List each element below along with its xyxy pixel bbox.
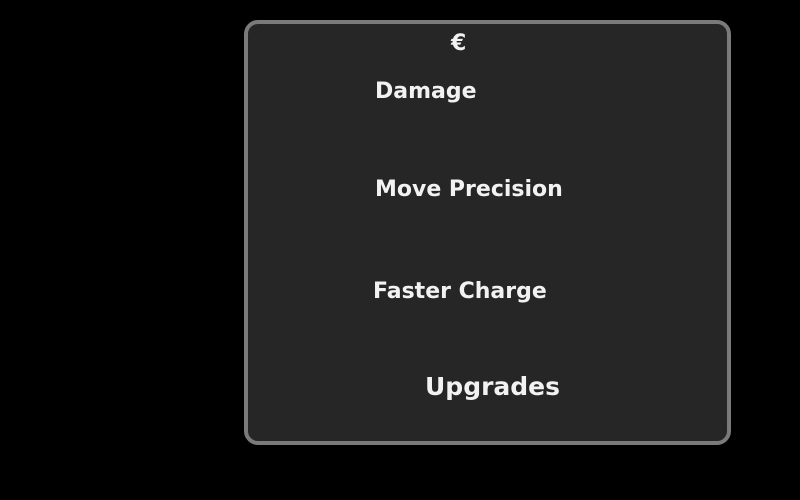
upgrade-shop-panel: € Damage Move Precision Faster Charge Up… (244, 20, 731, 445)
upgrade-option-move-precision[interactable]: Move Precision (375, 177, 563, 202)
currency-indicator: € (451, 31, 467, 56)
upgrade-option-faster-charge[interactable]: Faster Charge (373, 279, 547, 304)
upgrade-option-damage[interactable]: Damage (375, 79, 477, 104)
panel-title-upgrades: Upgrades (425, 372, 561, 401)
